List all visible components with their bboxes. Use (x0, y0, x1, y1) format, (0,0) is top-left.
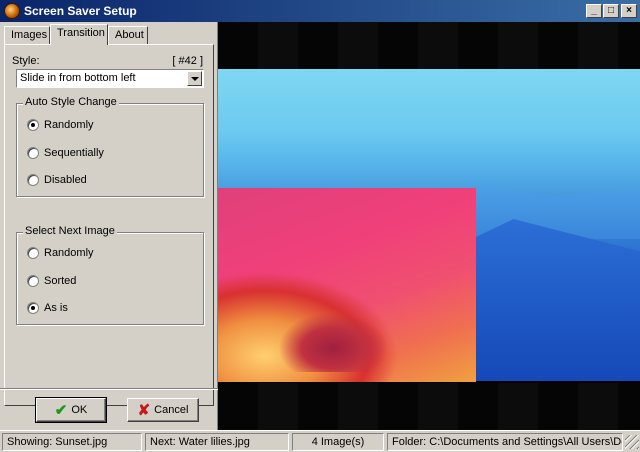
radio-label: Disabled (44, 174, 87, 186)
screensaver-app-icon[interactable] (4, 3, 20, 19)
next-image-sorted-radio[interactable]: Sorted (27, 275, 76, 287)
radio-label: Randomly (44, 247, 94, 259)
radio-label: Sorted (44, 275, 77, 287)
radio-label: Randomly (44, 119, 94, 131)
tab-transition[interactable]: Transition (50, 24, 108, 45)
title-bar: Screen Saver Setup _ □ × (0, 0, 640, 22)
ok-button-label: OK (71, 404, 88, 416)
tab-about[interactable]: About (108, 26, 148, 44)
tab-images[interactable]: Images (4, 26, 50, 44)
radio-label: As is (44, 302, 68, 314)
sunset-clouds (278, 312, 388, 372)
auto-style-change-legend: Auto Style Change (23, 96, 119, 108)
divider (0, 388, 218, 390)
style-number: [ #42 ] (172, 55, 203, 67)
auto-style-change-group: Auto Style Change Randomly Sequentially … (16, 96, 204, 197)
sunset-image (218, 188, 476, 382)
next-image-as-is-radio[interactable]: As is (27, 302, 68, 314)
settings-panel: Images Transition About Style: [ #42 ] S… (0, 22, 218, 430)
maximize-button[interactable]: □ (603, 4, 619, 18)
radio-unchecked-icon (27, 275, 39, 287)
minimize-button[interactable]: _ (586, 4, 602, 18)
cancel-button-label: Cancel (154, 404, 189, 416)
radio-checked-icon (27, 119, 39, 131)
x-icon: ✘ (137, 402, 151, 419)
status-image-count: 4 Image(s) (292, 433, 384, 451)
style-dropdown[interactable]: Slide in from bottom left (16, 69, 204, 88)
preview-background (218, 22, 640, 69)
style-dropdown-value: Slide in from bottom left (20, 72, 136, 84)
radio-unchecked-icon (27, 174, 39, 186)
next-image-randomly-radio[interactable]: Randomly (27, 247, 94, 259)
status-bar: Showing: Sunset.jpg Next: Water lilies.j… (0, 430, 640, 452)
check-icon: ✔ (54, 402, 68, 419)
radio-unchecked-icon (27, 147, 39, 159)
preview-background (218, 383, 640, 430)
preview-area (218, 22, 640, 430)
status-folder: Folder: C:\Documents and Settings\All Us… (387, 433, 623, 451)
window-title: Screen Saver Setup (24, 4, 137, 18)
ok-button[interactable]: ✔ OK (35, 397, 107, 423)
auto-style-disabled-radio[interactable]: Disabled (27, 174, 87, 186)
status-next: Next: Water lilies.jpg (145, 433, 289, 451)
auto-style-randomly-radio[interactable]: Randomly (27, 119, 94, 131)
close-button[interactable]: × (621, 4, 637, 18)
radio-unchecked-icon (27, 247, 39, 259)
auto-style-sequentially-radio[interactable]: Sequentially (27, 147, 104, 159)
select-next-image-legend: Select Next Image (23, 225, 117, 237)
cancel-button[interactable]: ✘ Cancel (127, 398, 199, 422)
radio-checked-icon (27, 302, 39, 314)
style-label: Style: (12, 55, 40, 67)
resize-grip[interactable] (625, 435, 639, 449)
status-showing: Showing: Sunset.jpg (2, 433, 142, 451)
radio-label: Sequentially (44, 147, 104, 159)
chevron-down-icon[interactable] (187, 71, 202, 86)
select-next-image-group: Select Next Image Randomly Sorted As is (16, 225, 204, 325)
